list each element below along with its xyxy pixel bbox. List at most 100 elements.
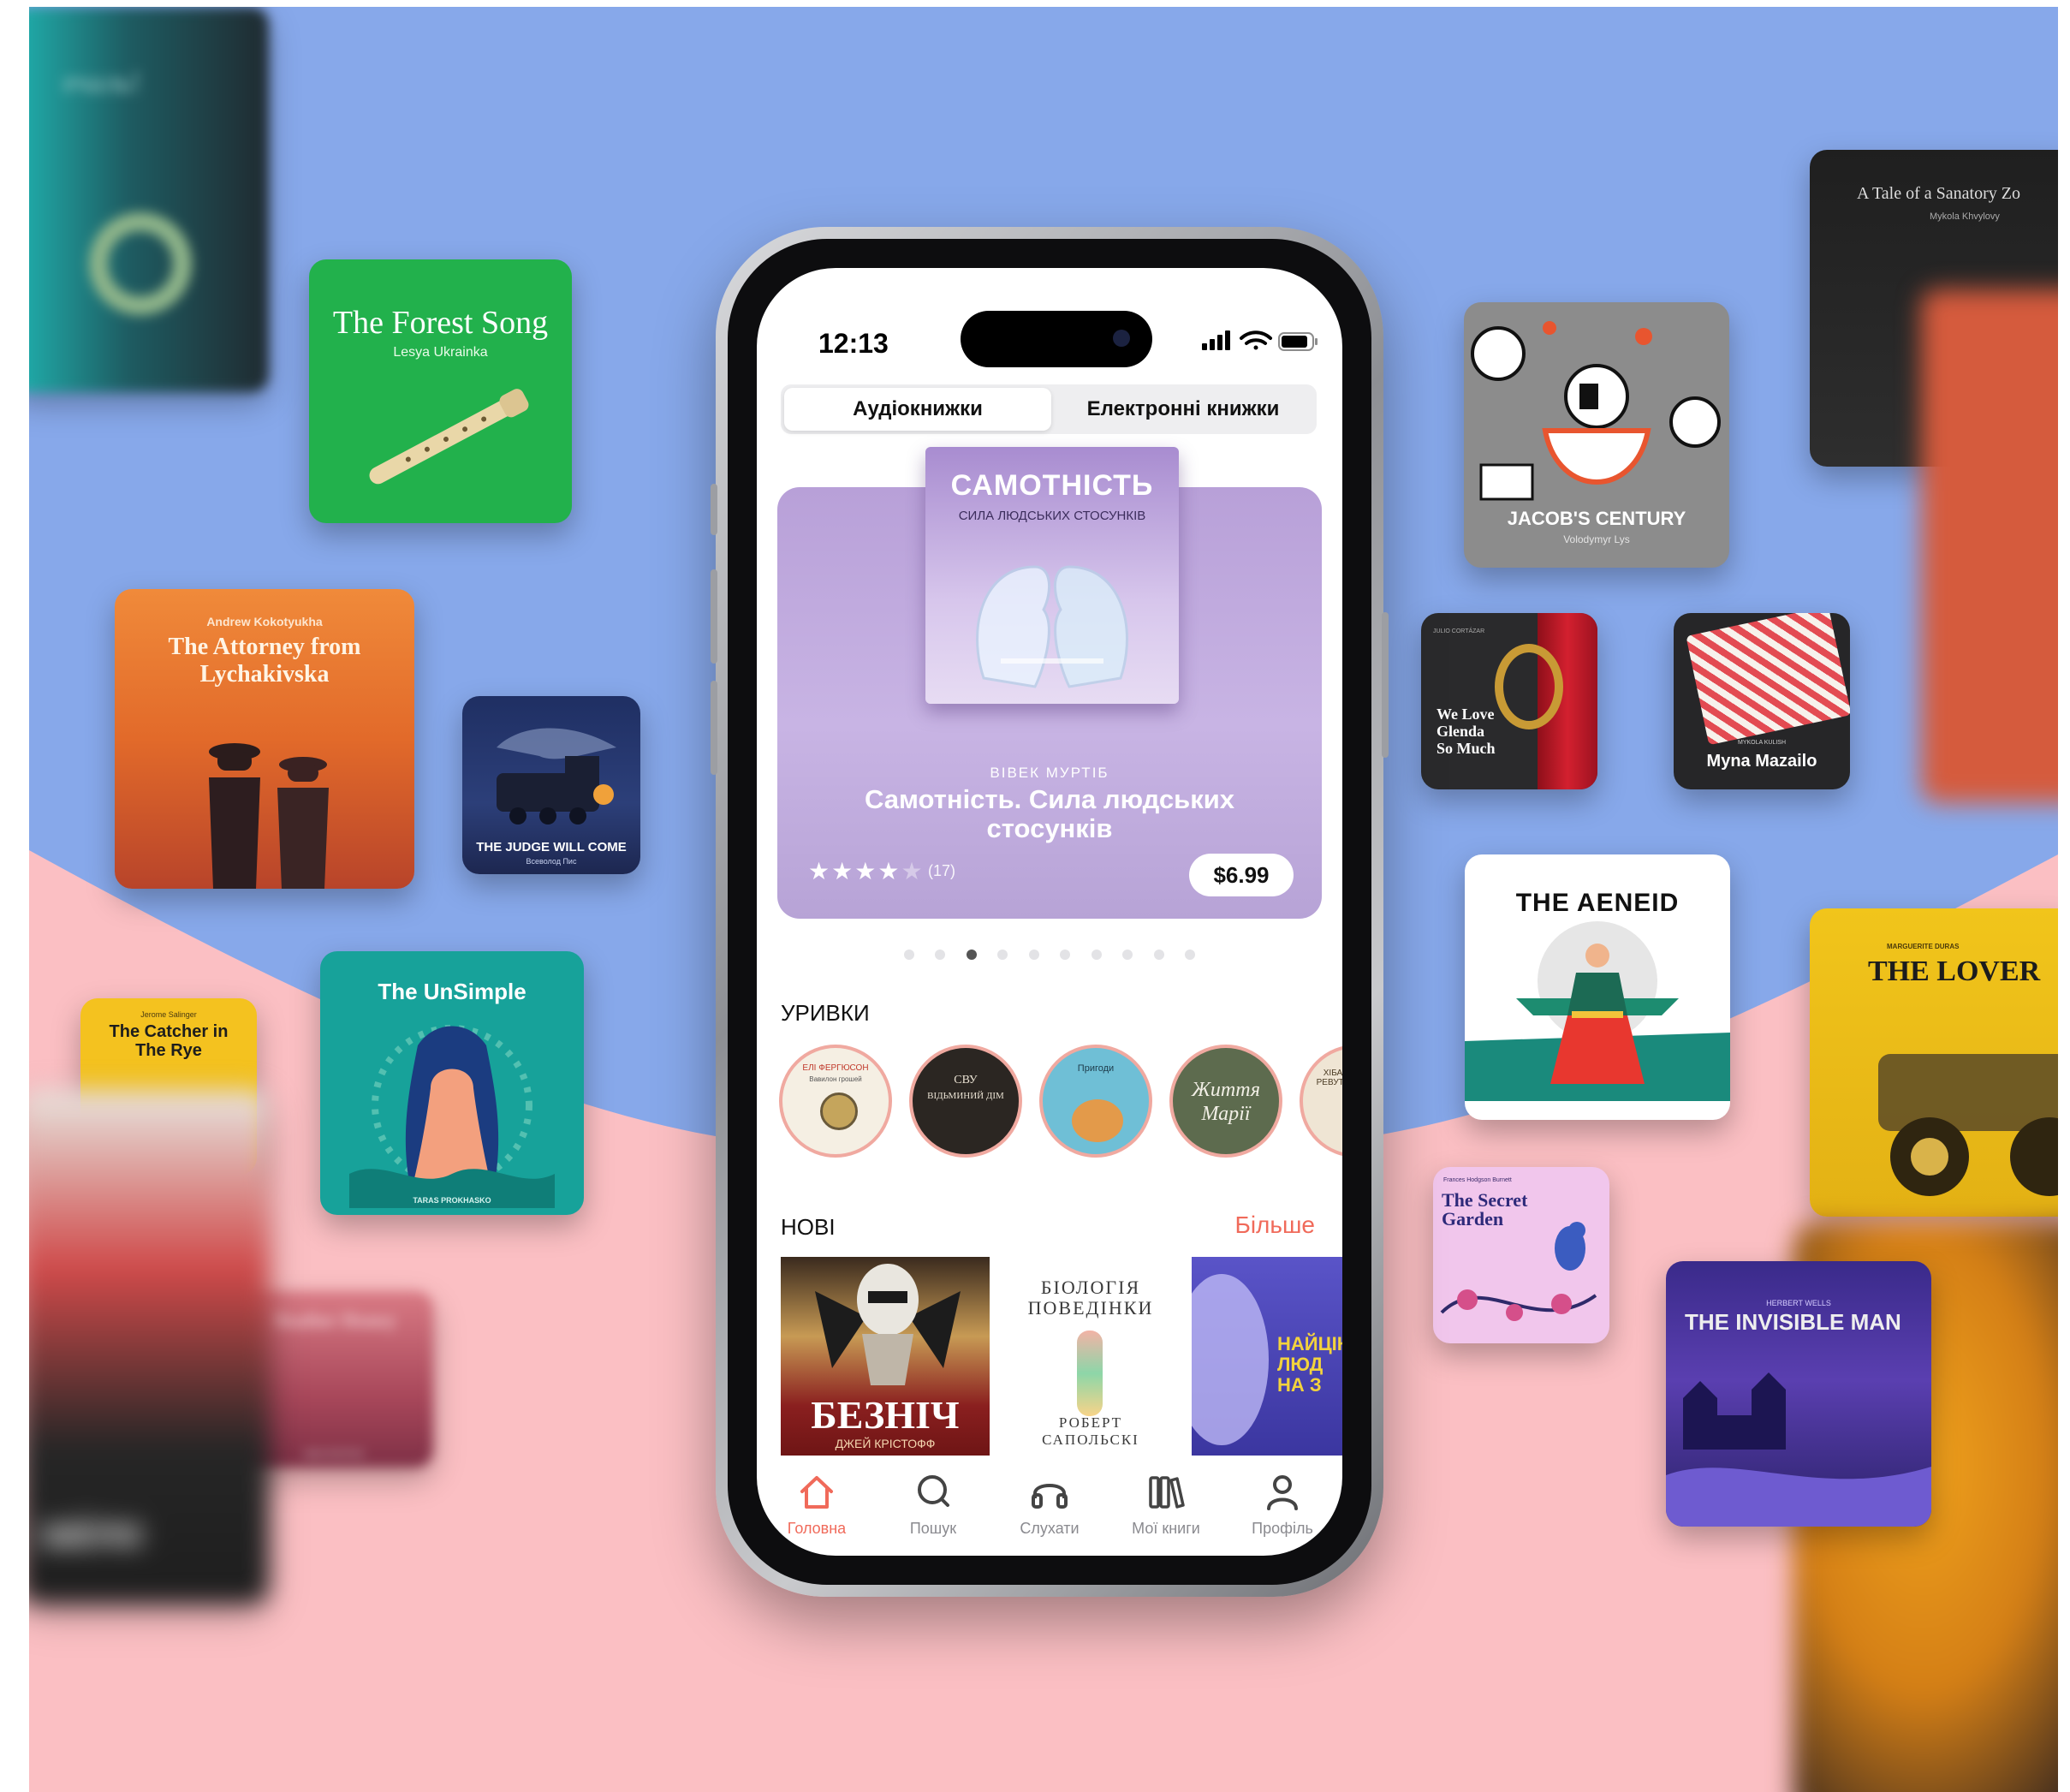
cover-title: JACOB'S CENTURY — [1507, 508, 1686, 529]
page-dot[interactable] — [1028, 950, 1039, 960]
glass-heads-image — [976, 565, 1128, 688]
embroidered-towel — [1686, 613, 1850, 746]
tab-my-books[interactable]: Мої книги — [1115, 1471, 1217, 1538]
page-dot[interactable] — [1153, 950, 1164, 960]
bear-figure — [1072, 1099, 1123, 1142]
excerpt-item[interactable]: СВУ ВІДЬМИНИЙ ДІМ — [909, 1045, 1022, 1158]
side-button-power — [1382, 612, 1389, 758]
dynamic-island — [961, 311, 1152, 367]
portrait-image — [1192, 1274, 1269, 1445]
cover-myna-mazailo[interactable]: MYKOLA KULISH Myna Mazailo — [1674, 613, 1850, 789]
tab-ebooks[interactable]: Електронні книжки — [1053, 388, 1313, 431]
status-icons — [1202, 330, 1318, 351]
new-section-more-link[interactable]: Більше — [1234, 1212, 1315, 1239]
page-dot[interactable] — [997, 950, 1008, 960]
dna-figure-image — [1077, 1331, 1103, 1416]
star-icon: ★ — [854, 858, 878, 884]
excerpt-label: ЕЛІ ФЕРГЮСОН — [802, 1063, 869, 1073]
excerpt-item[interactable]: Пригоди — [1039, 1045, 1152, 1158]
side-button-action — [711, 484, 717, 535]
battery-icon — [1278, 332, 1318, 351]
cover-author: Frances Hodgson Burnett — [1443, 1177, 1512, 1183]
featured-title: Самотність. Сила людських стосунків — [864, 784, 1235, 843]
excerpt-item[interactable]: Життя Марії — [1169, 1045, 1282, 1158]
wifi-icon — [1240, 330, 1272, 350]
cover-glenda[interactable]: JULIO CORTÁZAR We Love Glenda So Much — [1421, 613, 1597, 789]
cover-author: Всеволод Пис — [526, 857, 577, 866]
cover-author: Volodymyr Lys — [1563, 533, 1630, 545]
side-button-volume-down — [711, 681, 717, 775]
masked-figure-image — [815, 1264, 961, 1385]
star-icon: ★ — [877, 858, 901, 884]
excerpt-label: Пригоди — [1077, 1063, 1115, 1074]
new-book-item[interactable]: БЕЗНІЧ ДЖЕЙ КРІСТОФФ — [781, 1257, 990, 1456]
books-icon — [1149, 1476, 1185, 1509]
castle-river-illustration — [1666, 1372, 1931, 1527]
phone-bezel: 12:13 Аудіокнижки Електронні книжки САМО… — [728, 239, 1371, 1585]
excerpt-label: Життя — [1191, 1079, 1261, 1101]
cover-author: JULIO CORTÁZAR — [1433, 628, 1485, 634]
profile-icon — [1267, 1475, 1298, 1510]
search-icon — [918, 1475, 949, 1507]
page-dot[interactable] — [1091, 950, 1102, 960]
globe-icon — [820, 1092, 858, 1130]
excerpt-item[interactable]: ЕЛІ ФЕРГЮСОН Вавилон грошей — [779, 1045, 892, 1158]
page-dot[interactable] — [1185, 950, 1196, 960]
page-dot[interactable] — [1122, 950, 1133, 960]
excerpt-item[interactable]: ХІБА РЕВУТЬ — [1300, 1045, 1342, 1158]
new-book-author: ДЖЕЙ КРІСТОФФ — [835, 1437, 936, 1450]
excerpt-sub: ВІДЬМИНИЙ ДІМ — [927, 1091, 1004, 1101]
tab-label: Пошук — [909, 1520, 957, 1537]
cover-invisible-man[interactable]: HERBERT WELLS THE INVISIBLE MAN — [1666, 1261, 1931, 1527]
cover-forest-song[interactable]: The Forest Song Lesya Ukrainka — [309, 259, 572, 523]
cover-title: THE LOVER — [1868, 956, 2041, 987]
blurred-orange-cover — [1921, 289, 2058, 803]
bird-flowers-illustration — [1440, 1222, 1597, 1321]
two-men-silhouettes — [209, 743, 329, 889]
cover-unsimple[interactable]: The UnSimple TARAS PROKHASKO — [320, 951, 584, 1215]
cover-author: IVAN KOTLYAREVSKYI — [1555, 1103, 1639, 1111]
cover-attorney[interactable]: Andrew Kokotyukha The Attorney from Lych… — [115, 589, 414, 889]
page-dot[interactable] — [1060, 950, 1071, 960]
tab-label: Профіль — [1252, 1520, 1313, 1537]
tab-profile[interactable]: Профіль — [1231, 1471, 1334, 1538]
tab-listen[interactable]: Слухати — [998, 1471, 1101, 1538]
star-icon: ★ — [831, 858, 855, 884]
steam-train-image — [497, 728, 616, 825]
page-dot[interactable] — [903, 950, 914, 960]
new-book-item[interactable]: НАЙЦІКА ЛЮД НА З — [1192, 1257, 1342, 1456]
cover-lover[interactable]: MARGUERITE DURAS THE LOVER — [1810, 908, 2058, 1217]
cover-title: The Forest Song — [332, 305, 549, 341]
tab-label: Слухати — [1020, 1520, 1080, 1537]
page-dot[interactable] — [935, 950, 946, 960]
cover-title: THE JUDGE WILL COME — [476, 840, 627, 854]
cover-pechal[interactable]: ечаль! — [29, 7, 269, 392]
signal-icon — [1202, 330, 1230, 350]
status-time: 12:13 — [818, 328, 889, 359]
cover-author: Mykola Khvylovy — [1930, 211, 2000, 222]
cover-aeneid[interactable]: THE AENEID IVAN KOTLYAREVSKYI — [1465, 854, 1730, 1120]
page-dot-active[interactable] — [966, 950, 977, 960]
side-button-volume-up — [711, 569, 717, 664]
cover-secret-garden[interactable]: Frances Hodgson Burnett The Secret Garde… — [1433, 1167, 1609, 1343]
tab-home[interactable]: Головна — [765, 1471, 868, 1538]
cover-blurred-bottom-left[interactable]: заїло — [29, 1090, 269, 1604]
cover-author: Andrew Kokotyukha — [206, 615, 323, 628]
tab-search[interactable]: Пошук — [882, 1471, 984, 1538]
phone-screen: 12:13 Аудіокнижки Електронні книжки САМО… — [757, 268, 1342, 1556]
tab-audiobooks[interactable]: Аудіокнижки — [784, 388, 1051, 431]
cover-title: Myna Mazailo — [1706, 752, 1817, 771]
headphones-icon — [1032, 1484, 1068, 1509]
featured-author: ВІВЕК МУРТІБ — [990, 765, 1109, 781]
cover-author: HERBERT WELLS — [1766, 1299, 1831, 1307]
featured-price-button[interactable]: $6.99 — [1189, 854, 1294, 896]
cover-jacobs-century[interactable]: JACOB'S CENTURY Volodymyr Lys — [1464, 302, 1729, 568]
tab-label: Головна — [787, 1520, 847, 1537]
cossack-illustration — [1465, 921, 1730, 1101]
new-book-item[interactable]: БІОЛОГІЯ ПОВЕДІНКИ РОБЕРТ САПОЛЬСКІ — [1007, 1257, 1175, 1456]
featured-cover[interactable]: САМОТНІСТЬ СИЛА ЛЮДСЬКИХ СТОСУНКІВ — [925, 447, 1179, 704]
cover-ring — [89, 212, 192, 315]
cover-title: заїло — [38, 1510, 143, 1556]
cover-judge[interactable]: THE JUDGE WILL COME Всеволод Пис — [462, 696, 640, 874]
carousel-page-indicator[interactable] — [757, 949, 1342, 962]
